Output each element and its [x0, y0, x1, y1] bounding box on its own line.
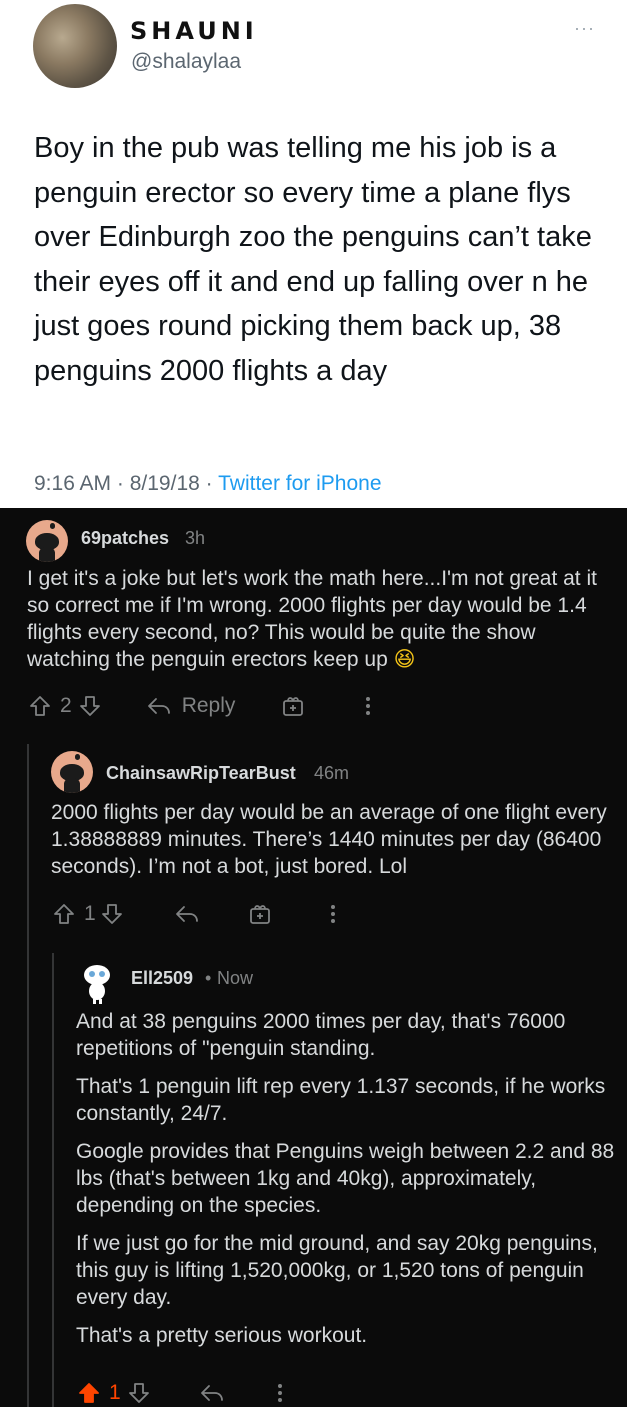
- upvote-icon[interactable]: [52, 902, 76, 926]
- separator: ·: [111, 472, 130, 495]
- comment-actions: 1: [77, 1381, 283, 1405]
- tweet-card: SHAUNI @shalaylaa ··· Boy in the pub was…: [0, 0, 627, 508]
- handle[interactable]: @shalaylaa: [131, 50, 241, 74]
- score: 1: [84, 902, 96, 925]
- score: 1: [109, 1381, 121, 1404]
- downvote-icon[interactable]: [127, 1381, 151, 1405]
- comment-paragraph: And at 38 penguins 2000 times per day, t…: [76, 1010, 566, 1060]
- comment-paragraph: That's 1 penguin lift rep every 1.137 se…: [76, 1075, 606, 1125]
- comment-age: Now: [217, 968, 254, 988]
- reply-button[interactable]: Reply: [182, 694, 236, 718]
- tweet-text: Boy in the pub was telling me his job is…: [34, 132, 592, 387]
- separator: ·: [199, 472, 219, 495]
- comment-actions: 1: [52, 902, 336, 926]
- avatar[interactable]: [80, 961, 114, 1005]
- comment-age: 46m: [314, 763, 350, 783]
- display-name[interactable]: SHAUNI: [130, 17, 258, 45]
- more-options-icon[interactable]: [365, 695, 371, 717]
- more-options-icon[interactable]: [277, 1382, 283, 1404]
- downvote-icon[interactable]: [78, 694, 102, 718]
- more-options-icon[interactable]: [330, 903, 336, 925]
- tweet-meta: 9:16 AM · 8/19/18 · Twitter for iPhone: [34, 472, 382, 496]
- comment-username[interactable]: 69patches: [81, 528, 169, 549]
- avatar[interactable]: [26, 520, 68, 562]
- comment-paragraph: Google provides that Penguins weigh betw…: [76, 1140, 615, 1217]
- reply-icon[interactable]: [146, 695, 172, 717]
- tweet-time[interactable]: 9:16 AM: [34, 472, 111, 495]
- tweet-source[interactable]: Twitter for iPhone: [218, 472, 381, 495]
- comment-text: I get it's a joke but let's work the mat…: [27, 565, 617, 673]
- upvote-icon[interactable]: [77, 1381, 101, 1405]
- comment-paragraph: If we just go for the mid ground, and sa…: [76, 1232, 598, 1309]
- upvote-icon[interactable]: [28, 694, 52, 718]
- comment-body: I get it's a joke but let's work the mat…: [27, 567, 597, 671]
- reply-icon[interactable]: [199, 1382, 225, 1404]
- comment-username[interactable]: ChainsawRipTearBust: [106, 763, 296, 784]
- reply-icon[interactable]: [174, 903, 200, 925]
- comment-thread: 69patches 3h I get it's a joke but let's…: [0, 508, 627, 1407]
- award-icon[interactable]: [248, 902, 272, 926]
- avatar[interactable]: [51, 751, 93, 793]
- comment-actions: 2 Reply: [28, 694, 371, 718]
- comment-age-separator: •: [205, 968, 212, 988]
- comment-text: 2000 flights per day would be an average…: [51, 801, 607, 878]
- comment-age: 3h: [185, 528, 206, 548]
- avatar[interactable]: [33, 4, 117, 88]
- laughing-emoji-icon: 😆: [393, 647, 416, 671]
- more-options-icon[interactable]: ···: [574, 18, 595, 39]
- thread-line[interactable]: [27, 744, 29, 1407]
- award-icon[interactable]: [281, 694, 305, 718]
- thread-line[interactable]: [52, 953, 54, 1407]
- downvote-icon[interactable]: [100, 902, 124, 926]
- comment-paragraph: That's a pretty serious workout.: [76, 1324, 368, 1347]
- tweet-date[interactable]: 8/19/18: [130, 472, 200, 495]
- comment-username[interactable]: Ell2509: [131, 968, 193, 989]
- comment-text: And at 38 penguins 2000 times per day, t…: [76, 1008, 616, 1360]
- score: 2: [60, 694, 72, 717]
